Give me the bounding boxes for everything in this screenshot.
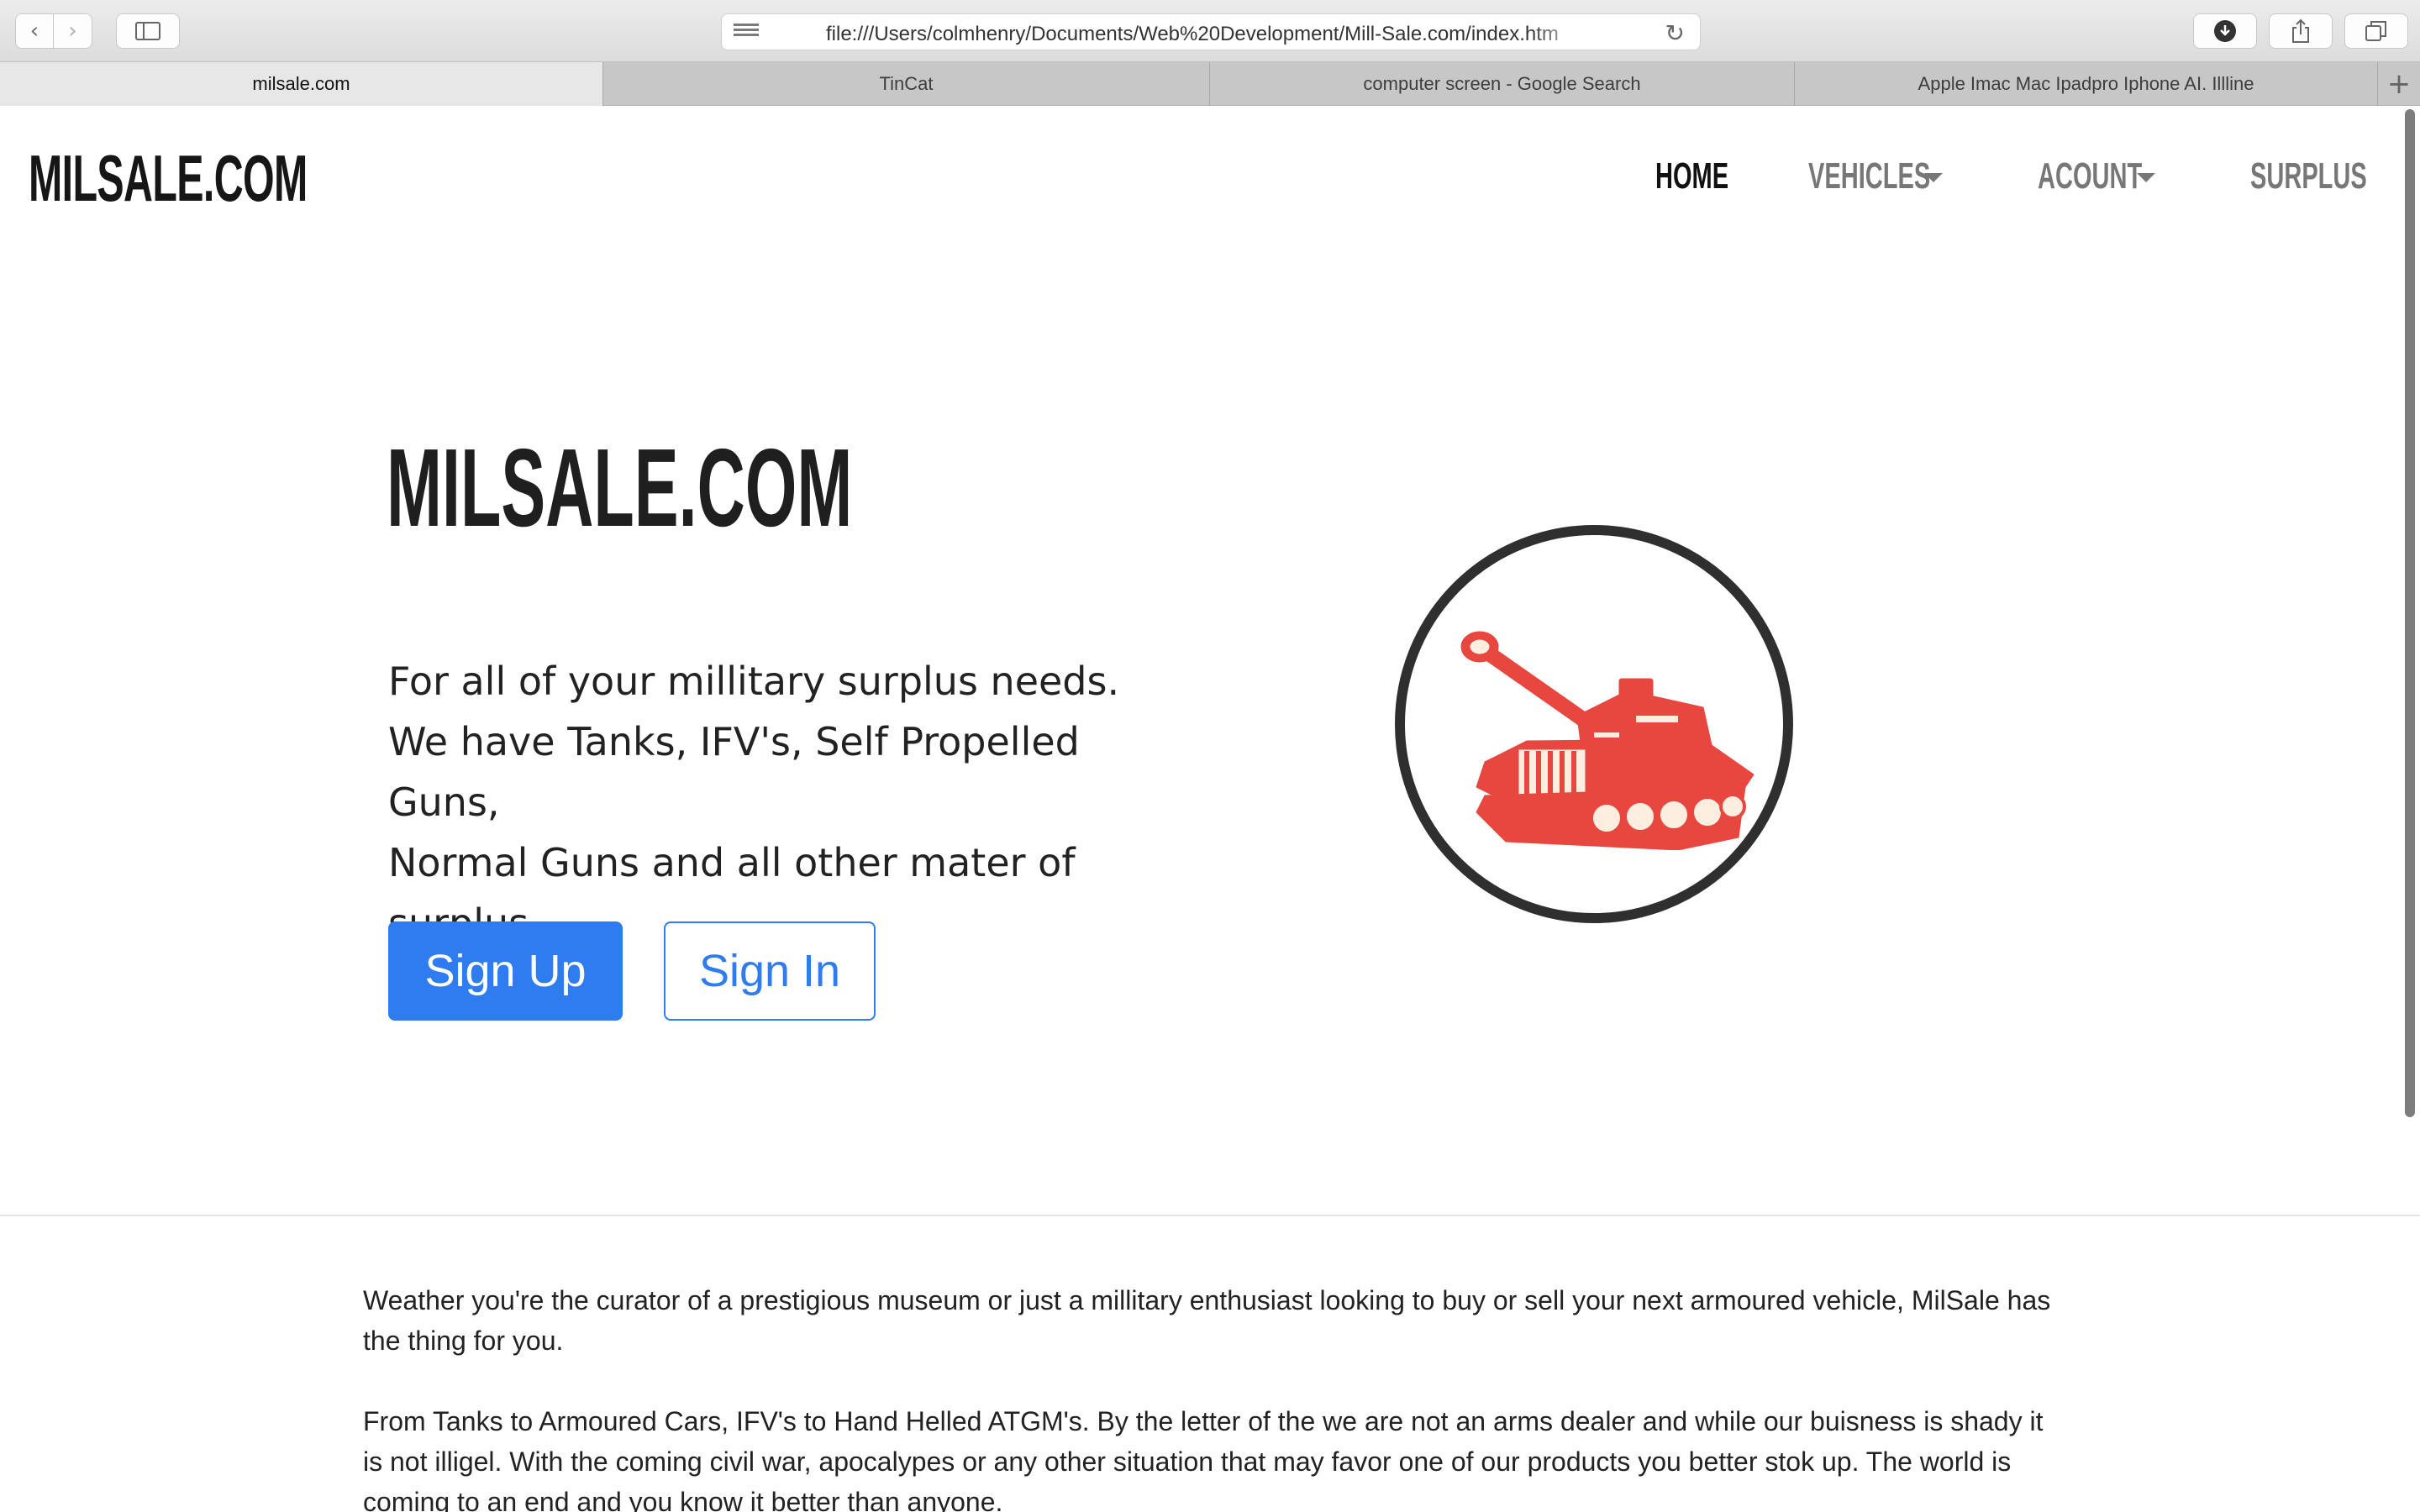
nav-surplus[interactable]: SURPLUS [2250,155,2367,197]
tab-google-search[interactable]: computer screen - Google Search [1210,62,1795,106]
page-scrollbar[interactable] [2405,109,2415,1117]
details-paragraph: From Tanks to Armoured Cars, IFV's to Ha… [363,1406,2044,1512]
nav-acount[interactable]: ACOUNT [2038,155,2142,197]
hero-line: We have Tanks, IFV's, Self Propelled Gun… [388,719,1080,825]
share-button[interactable] [2269,13,2333,49]
tab-overview-button[interactable] [2344,13,2408,49]
tab-milsale[interactable]: milsale.com [0,62,603,106]
back-button[interactable]: ‹ [15,13,54,49]
chevron-right-icon: › [68,18,77,44]
address-bar[interactable]: file:///Users/colmhenry/Documents/Web%20… [721,13,1701,50]
sign-up-button[interactable]: Sign Up [388,921,623,1021]
plus-icon[interactable]: + [2378,62,2420,106]
tabs-icon [2365,21,2386,41]
tab-bar: milsale.com TinCat computer screen - Goo… [0,62,2420,106]
sign-in-button[interactable]: Sign In [664,921,876,1021]
site-brand[interactable]: MILSALE.COM [29,140,308,217]
chevron-left-icon: ‹ [29,18,39,44]
download-icon [2214,20,2236,42]
download-button[interactable] [2193,13,2257,49]
forward-button[interactable]: › [54,13,92,49]
sidebar-icon [135,22,160,40]
hero-line: For all of your millitary surplus needs. [388,659,1120,704]
web-page: MILSALE.COM HOME VEHICLES ACOUNT SURPLUS… [0,107,2420,1512]
url-text: file:///Users/colmhenry/Documents/Web%20… [826,23,1559,45]
tank-icon [1460,631,1754,850]
reload-icon[interactable]: ↻ [1665,19,1685,47]
nav-home[interactable]: HOME [1655,155,1728,197]
share-icon [2292,18,2309,43]
hero-logo [1395,525,1793,923]
chevron-down-icon[interactable] [1924,173,1943,182]
browser-toolbar: ‹ › file:///Users/colmhenry/Documents/We… [0,0,2420,62]
section-divider [0,1215,2420,1216]
chevron-down-icon[interactable] [2137,173,2155,182]
hero-title: MILSALE.COM [387,426,853,549]
intro-paragraph: Weather you're the curator of a prestigi… [363,1285,2051,1356]
nav-vehicles[interactable]: VEHICLES [1808,155,1930,197]
reader-icon[interactable] [734,24,759,40]
tab-tincat[interactable]: TinCat [603,62,1210,106]
tab-apple-imac[interactable]: Apple Imac Mac Ipadpro Iphone AI. Illlin… [1795,62,2378,106]
sidebar-toggle-button[interactable] [116,13,180,49]
